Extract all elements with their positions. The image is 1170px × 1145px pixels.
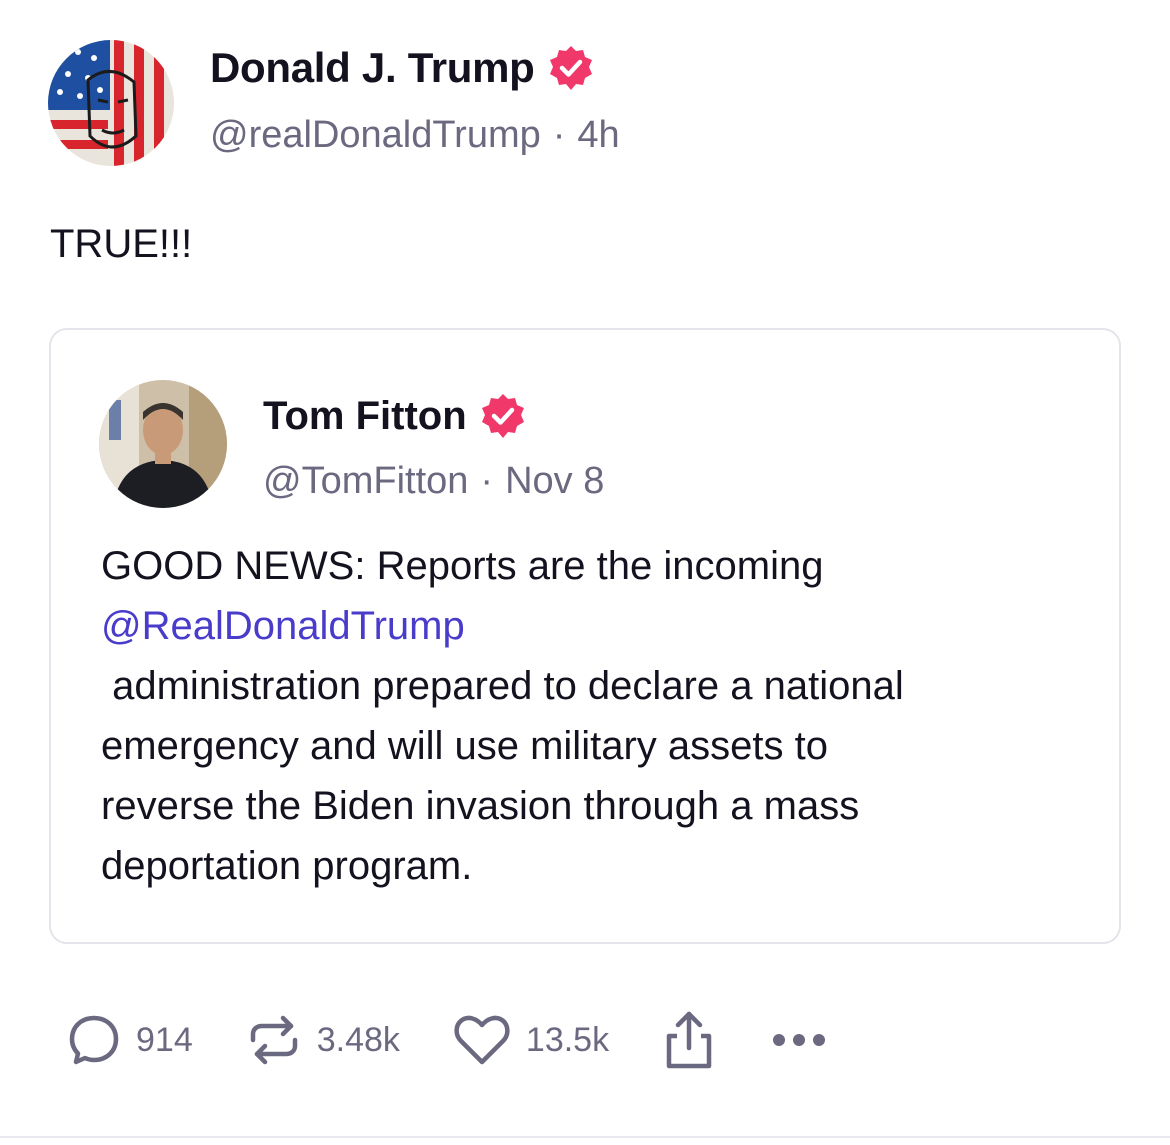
- quoted-author-name-row: Tom Fitton: [263, 392, 527, 440]
- like-count: 13.5k: [525, 1020, 610, 1059]
- more-options-button[interactable]: [769, 1030, 829, 1050]
- author-avatar[interactable]: [48, 40, 174, 166]
- reply-icon: [66, 1012, 122, 1068]
- quoted-verified-badge-icon: [479, 392, 527, 440]
- quoted-author-avatar[interactable]: [99, 380, 227, 508]
- quoted-text-line: reverse the Biden invasion through a mas…: [101, 784, 860, 828]
- share-icon: [661, 1010, 717, 1070]
- retruth-icon: [245, 1012, 303, 1068]
- post: Donald J. Trump @realDonaldTrump · 4h TR…: [0, 0, 1170, 1145]
- quoted-author-meta: @TomFitton · Nov 8: [263, 460, 604, 503]
- quoted-text-line: emergency and will use military assets t…: [101, 724, 828, 768]
- retruth-button[interactable]: 3.48k: [245, 1012, 400, 1068]
- verified-badge-icon: [547, 44, 595, 92]
- reply-button[interactable]: 914: [66, 1012, 193, 1068]
- share-button[interactable]: [661, 1010, 717, 1070]
- meta-separator: ·: [552, 114, 566, 156]
- quoted-meta-separator: ·: [480, 460, 494, 502]
- author-name-row: Donald J. Trump: [210, 44, 595, 92]
- more-dots-icon: [769, 1030, 829, 1050]
- like-button[interactable]: 13.5k: [452, 1012, 609, 1068]
- quoted-post-card[interactable]: Tom Fitton @TomFitton · Nov 8 GOOD NEWS:…: [49, 328, 1121, 944]
- post-text: TRUE!!!: [50, 222, 193, 266]
- quoted-text-line: administration prepared to declare a nat…: [101, 664, 904, 708]
- action-bar: 914 3.48k 13.5k: [66, 1008, 881, 1072]
- heart-icon: [452, 1012, 512, 1068]
- quoted-post-text: GOOD NEWS: Reports are the incoming @Rea…: [101, 536, 1101, 896]
- quoted-text-line: deportation program.: [101, 844, 473, 888]
- quoted-text-line: GOOD NEWS: Reports are the incoming: [101, 544, 824, 588]
- quoted-post-time[interactable]: Nov 8: [505, 460, 604, 503]
- quoted-author-handle[interactable]: @TomFitton: [263, 460, 468, 503]
- author-meta: @realDonaldTrump · 4h: [210, 114, 620, 157]
- quoted-author-display-name[interactable]: Tom Fitton: [263, 394, 467, 439]
- mention-link[interactable]: @RealDonaldTrump: [101, 596, 1101, 656]
- author-handle[interactable]: @realDonaldTrump: [210, 114, 541, 157]
- post-time[interactable]: 4h: [577, 114, 619, 157]
- author-display-name[interactable]: Donald J. Trump: [210, 44, 535, 92]
- post-divider: [0, 1136, 1170, 1138]
- retruth-count: 3.48k: [316, 1020, 400, 1059]
- reply-count: 914: [136, 1020, 193, 1059]
